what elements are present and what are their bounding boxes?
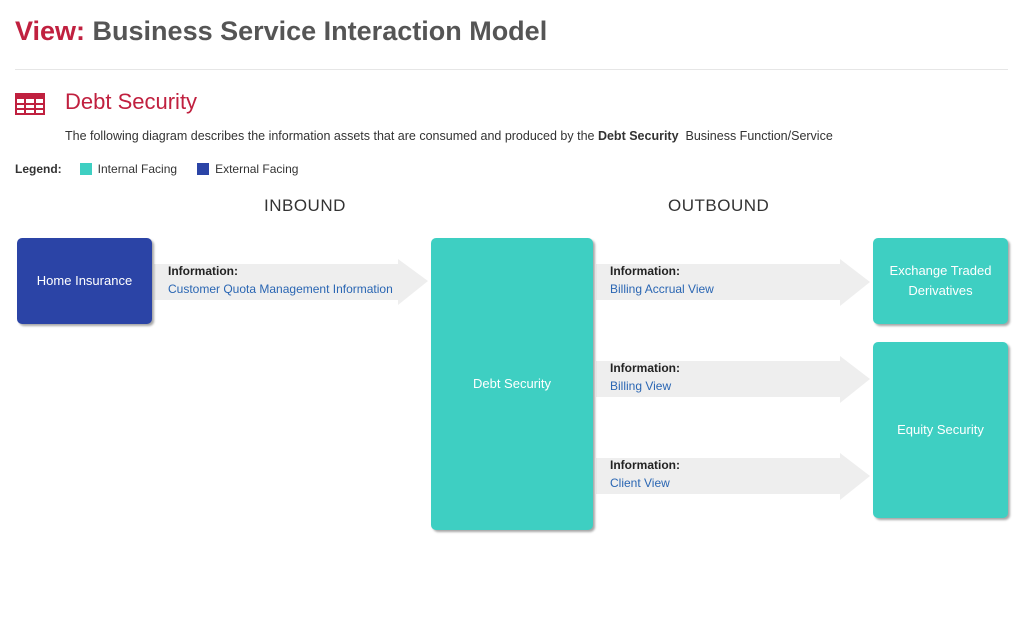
flow-heading: Information: xyxy=(610,264,680,278)
flow-heading: Information: xyxy=(610,458,680,472)
center-function-debt-security[interactable]: Debt Security xyxy=(431,238,593,530)
information-asset-link[interactable]: Client View xyxy=(610,474,680,492)
flow-heading: Information: xyxy=(610,361,680,375)
box-label: Debt Security xyxy=(472,376,552,391)
information-asset-link[interactable]: Billing View xyxy=(610,377,680,395)
inbound-flow-label: Information: Customer Quota Management I… xyxy=(168,262,393,298)
box-label: Home Insurance xyxy=(36,273,133,288)
outbound-target-equity-security[interactable]: Equity Security xyxy=(873,342,1008,518)
information-asset-link[interactable]: Billing Accrual View xyxy=(610,280,714,298)
box-label: Exchange Traded Derivatives xyxy=(889,263,992,298)
outbound-target-exchange-traded-derivatives[interactable]: Exchange Traded Derivatives xyxy=(873,238,1008,324)
information-asset-link[interactable]: Customer Quota Management Information xyxy=(168,280,393,298)
outbound-flow-label: Information: Billing View xyxy=(610,359,680,395)
box-label: Equity Security xyxy=(897,422,984,437)
inbound-source-home-insurance[interactable]: Home Insurance xyxy=(17,238,152,324)
outbound-flow-label: Information: Billing Accrual View xyxy=(610,262,714,298)
outbound-flow-label: Information: Client View xyxy=(610,456,680,492)
flow-heading: Information: xyxy=(168,264,238,278)
